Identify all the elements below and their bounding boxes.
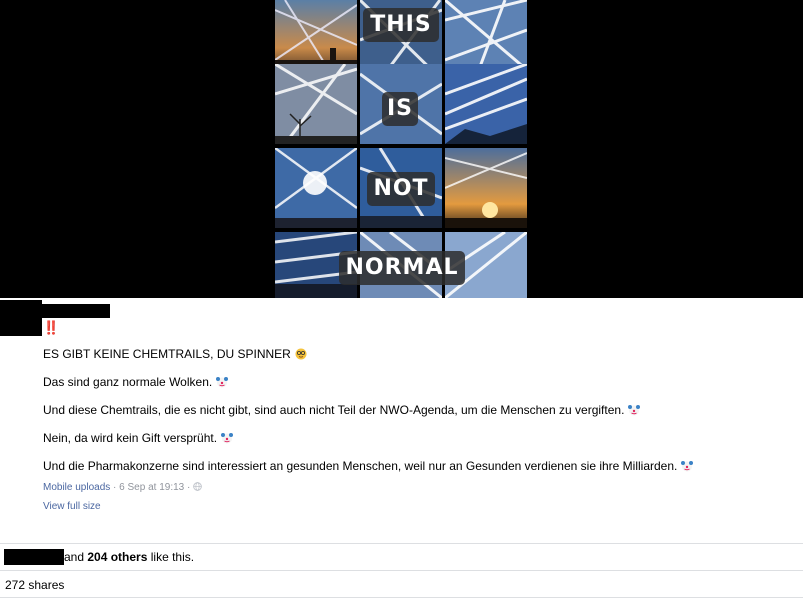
meta-separator: · (187, 482, 191, 493)
sky-tile (445, 64, 527, 144)
overlay-word-is: IS (382, 92, 418, 126)
sky-tile (445, 148, 527, 228)
post-photo[interactable]: THIS IS NOT NORMAL (0, 0, 803, 298)
clown-face-icon (628, 405, 641, 416)
post-line-4: Nein, da wird kein Gift versprüht. (43, 431, 234, 445)
post-line-text: Das sind ganz normale Wolken. (43, 375, 213, 389)
clown-face-icon (681, 461, 694, 472)
overlay-word-this: THIS (363, 8, 439, 42)
post-line-5: Und die Pharmakonzerne sind interessiert… (43, 459, 694, 473)
post-meta: Mobile uploads · 6 Sep at 19:13 · (43, 482, 202, 493)
redacted-author-name (42, 304, 110, 318)
divider (0, 543, 803, 544)
post-line-text: Und die Pharmakonzerne sind interessiert… (43, 459, 678, 473)
globe-icon[interactable] (193, 482, 202, 491)
timestamp-link[interactable]: 6 Sep at 19:13 (119, 482, 184, 493)
clown-face-icon (216, 377, 229, 388)
post-line-text: Und diese Chemtrails, die es nicht gibt,… (43, 403, 625, 417)
likes-suffix: like this. (150, 550, 195, 564)
divider (0, 597, 803, 598)
sky-tile (275, 148, 357, 228)
post-line-3: Und diese Chemtrails, die es nicht gibt,… (43, 403, 641, 417)
post-line-text: Nein, da wird kein Gift versprüht. (43, 431, 218, 445)
meta-separator: · (113, 482, 117, 493)
post-line-1: ES GIBT KEINE CHEMTRAILS, DU SPINNER (43, 347, 307, 361)
likes-prefix: and (64, 550, 85, 564)
album-link[interactable]: Mobile uploads (43, 482, 110, 493)
redacted-liker-name (4, 549, 64, 565)
likes-summary[interactable]: and 204 others like this. (64, 550, 194, 564)
shares-count[interactable]: 272 shares (5, 578, 64, 592)
clown-face-icon (221, 433, 234, 444)
overlay-word-not: NOT (367, 172, 435, 206)
post-line-text: ES GIBT KEINE CHEMTRAILS, DU SPINNER (43, 347, 291, 361)
photo-collage: THIS IS NOT NORMAL (275, 0, 527, 298)
sky-tile (275, 64, 357, 144)
view-full-size-link[interactable]: View full size (43, 501, 101, 512)
nerd-face-icon (295, 348, 307, 360)
redacted-avatar (0, 300, 42, 336)
alert-emoji: ‼️ (43, 320, 60, 335)
divider (0, 570, 803, 571)
post-line-2: Das sind ganz normale Wolken. (43, 375, 229, 389)
overlay-word-normal: NORMAL (339, 251, 465, 285)
likes-count[interactable]: 204 others (87, 550, 147, 564)
